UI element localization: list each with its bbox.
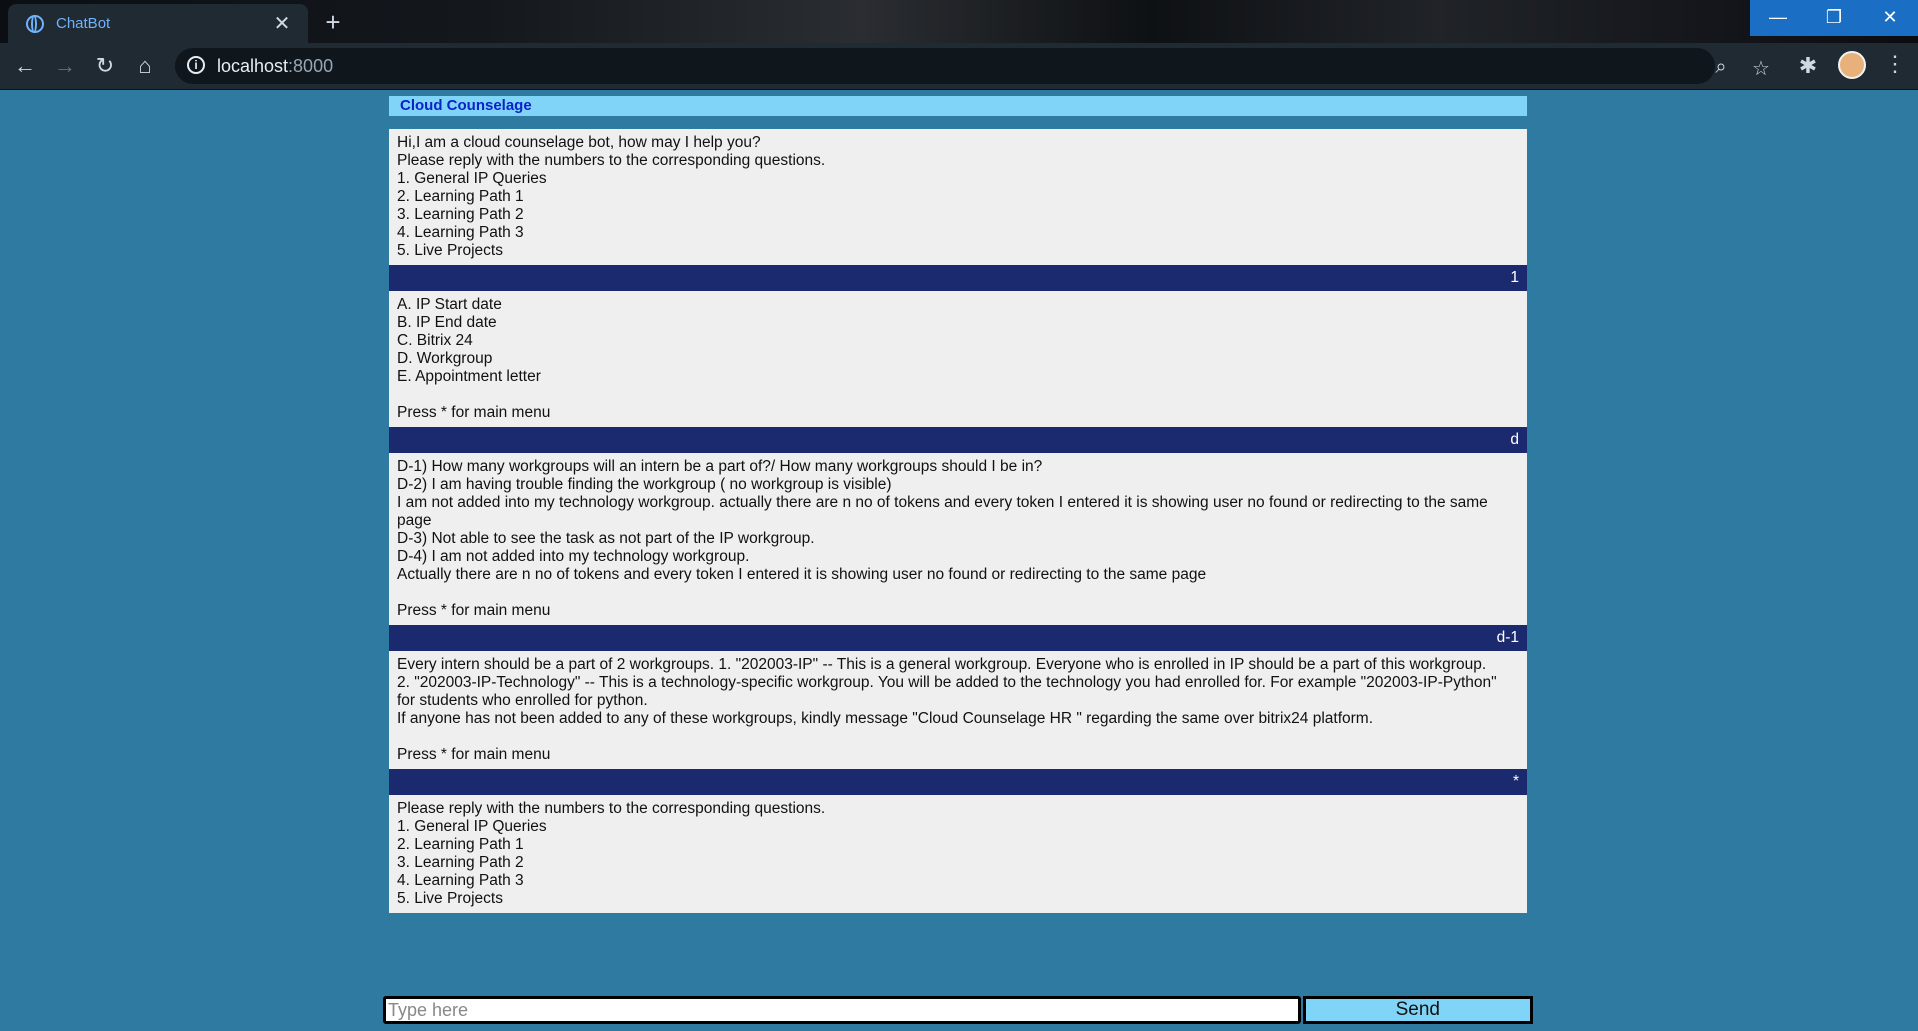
send-button[interactable]: Send (1302, 996, 1533, 1024)
bot-message: Hi,I am a cloud counselage bot, how may … (389, 129, 1527, 265)
composer: Send (383, 996, 1533, 1024)
bot-message: Please reply with the numbers to the cor… (389, 795, 1527, 913)
bot-message: A. IP Start date B. IP End date C. Bitri… (389, 291, 1527, 427)
close-window-icon[interactable]: ✕ (1862, 0, 1918, 36)
chat-title: Cloud Counselage (389, 96, 1527, 116)
globe-icon (26, 14, 44, 33)
window-controls: — ❐ ✕ (1750, 0, 1918, 36)
user-message: * (389, 769, 1527, 795)
menu-kebab-icon[interactable]: ⋮ (1884, 51, 1906, 77)
star-icon[interactable]: ☆ (1749, 56, 1773, 81)
new-tab-button[interactable]: + (318, 8, 348, 38)
browser-tab-strip: ChatBot ✕ + — ❐ ✕ (0, 0, 1918, 43)
message-input[interactable] (383, 996, 1301, 1024)
browser-tab[interactable]: ChatBot ✕ (8, 4, 308, 43)
home-icon[interactable]: ⌂ (132, 53, 158, 79)
user-message: d-1 (389, 625, 1527, 651)
bot-message: Every intern should be a part of 2 workg… (389, 651, 1527, 769)
address-url[interactable]: localhost:8000 (217, 56, 333, 77)
address-bar[interactable]: i localhost:8000 ⌕ ☆ (175, 48, 1770, 84)
chat-window: Cloud Counselage Hi,I am a cloud counsel… (389, 96, 1527, 913)
browser-toolbar: ← → ↻ ⌂ i localhost:8000 ⌕ ☆ ✱ ⋮ (0, 43, 1918, 90)
info-icon[interactable]: i (187, 56, 205, 74)
restore-icon[interactable]: ❐ (1806, 0, 1862, 36)
profile-avatar[interactable] (1838, 51, 1866, 79)
back-arrow-icon[interactable]: ← (12, 53, 38, 79)
zoom-icon[interactable]: ⌕ (1709, 56, 1733, 79)
user-message: 1 (389, 265, 1527, 291)
minimize-icon[interactable]: — (1750, 0, 1806, 36)
bot-message: D-1) How many workgroups will an intern … (389, 453, 1527, 625)
forward-arrow-icon[interactable]: → (52, 53, 78, 79)
reload-icon[interactable]: ↻ (92, 53, 118, 79)
close-tab-icon[interactable]: ✕ (270, 11, 294, 36)
extensions-puzzle-icon[interactable]: ✱ (1795, 53, 1821, 79)
tab-title: ChatBot (56, 15, 111, 32)
user-message: d (389, 427, 1527, 453)
